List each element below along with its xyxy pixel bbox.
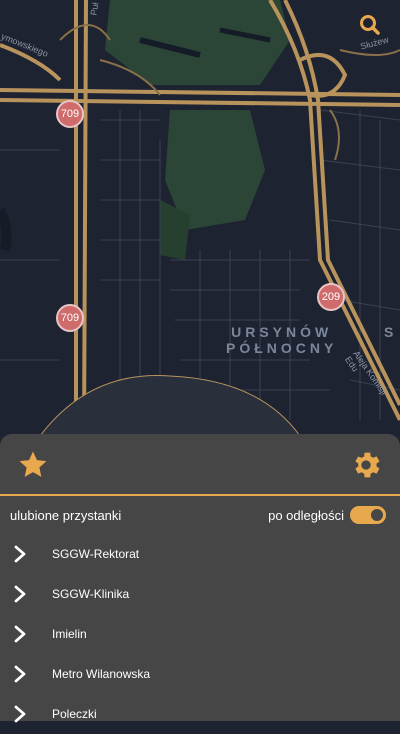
list-item[interactable]: Metro Wilanowska [0, 654, 400, 694]
toggle-knob [371, 509, 383, 521]
route-badge[interactable]: 709 [56, 100, 84, 128]
list-item[interactable]: SGGW-Klinika [0, 574, 400, 614]
stop-name: SGGW-Rektorat [52, 547, 140, 561]
district-label: URSYNÓW PÓŁNOCNY [226, 324, 337, 356]
district-line1: URSYNÓW [231, 324, 333, 340]
panel-header [0, 434, 400, 496]
chevron-right-icon [14, 545, 26, 563]
chevron-right-icon [14, 625, 26, 643]
list-item[interactable]: Imielin [0, 614, 400, 654]
favorites-panel: ulubione przystanki po odległości SGGW-R… [0, 434, 400, 723]
stop-name: SGGW-Klinika [52, 587, 130, 601]
district-edge-label: S [384, 324, 398, 340]
sort-by-distance-label: po odległości [268, 508, 344, 523]
filter-row: ulubione przystanki po odległości [0, 496, 400, 532]
search-icon[interactable] [356, 12, 384, 40]
stop-name: Metro Wilanowska [52, 667, 151, 681]
list-item[interactable]: SGGW-Rektorat [0, 534, 400, 574]
favorites-label: ulubione przystanki [10, 508, 122, 523]
chevron-right-icon [14, 665, 26, 683]
list-item[interactable]: Poleczki [0, 694, 400, 734]
chevron-right-icon [14, 585, 26, 603]
chevron-right-icon [14, 705, 26, 723]
stop-name: Imielin [52, 627, 87, 641]
stops-list: SGGW-Rektorat SGGW-Klinika Imielin Metro… [0, 534, 400, 734]
gear-icon[interactable] [349, 448, 383, 482]
district-line2: PÓŁNOCNY [226, 340, 338, 356]
star-icon[interactable] [16, 448, 50, 482]
route-badge[interactable]: 709 [56, 304, 84, 332]
route-badge[interactable]: 209 [317, 283, 345, 311]
sort-by-distance-toggle[interactable] [350, 506, 386, 524]
stop-name: Poleczki [52, 707, 97, 721]
